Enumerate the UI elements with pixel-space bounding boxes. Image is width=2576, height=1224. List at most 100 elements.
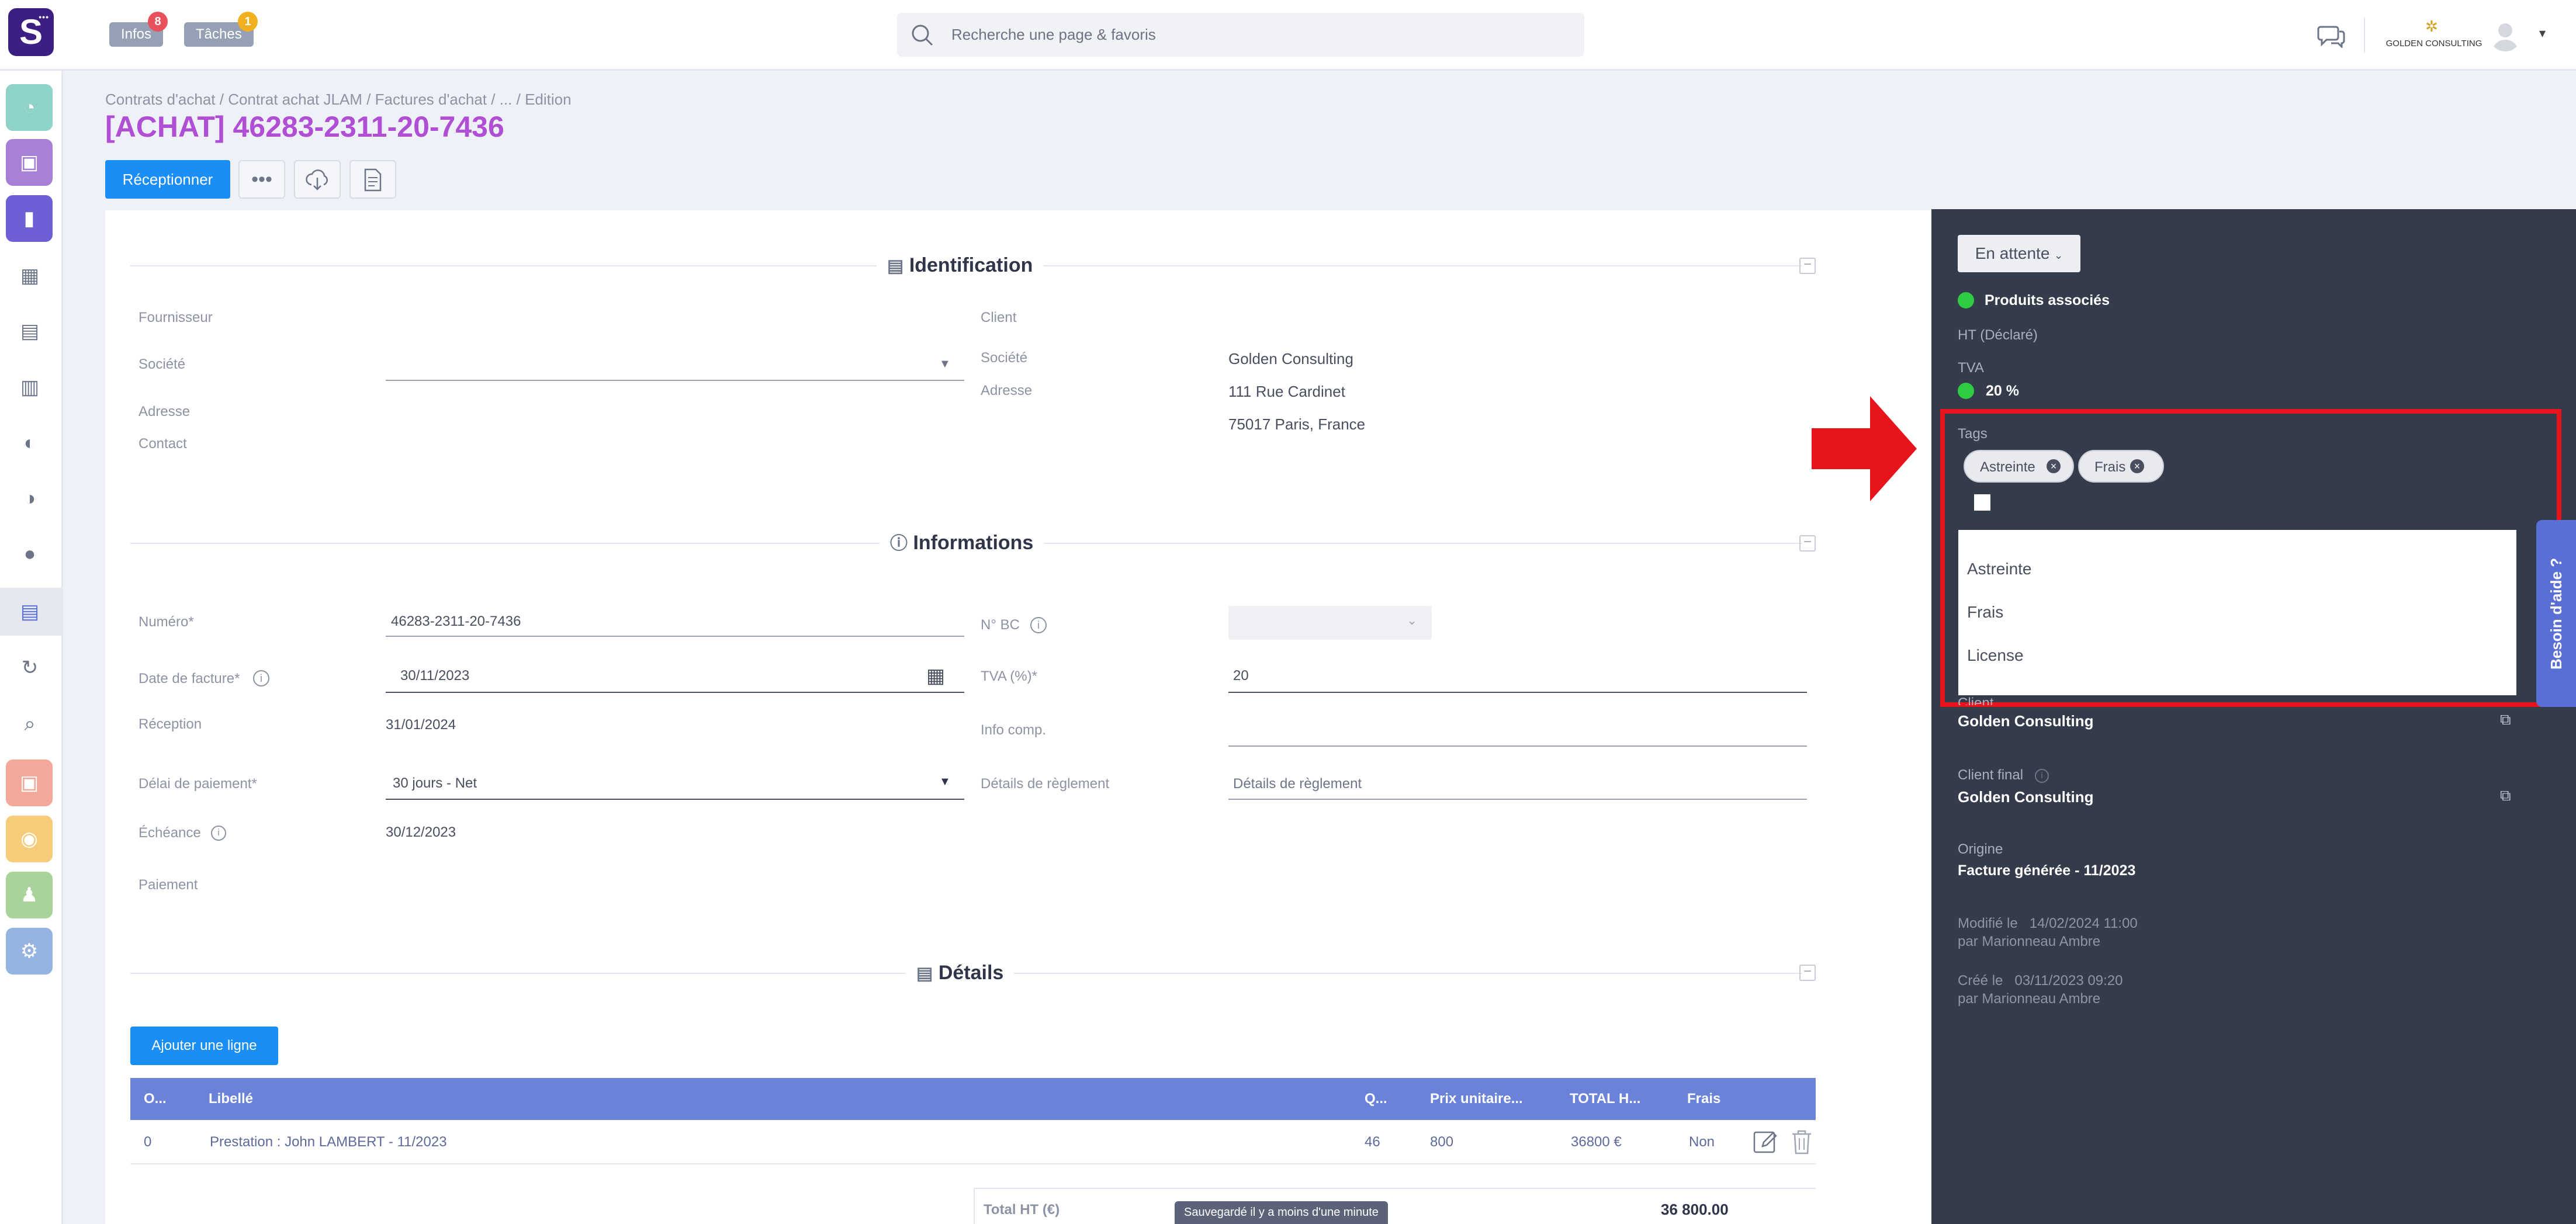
details-reglement-label: Détails de règlement [981, 776, 1110, 792]
row-total: 36800 € [1571, 1134, 1622, 1150]
sidebar-item-settings[interactable]: ⚙ [6, 928, 53, 975]
saved-toast: Sauvegardé il y a moins d'une minute [1175, 1201, 1388, 1224]
sidebar-item-coin[interactable]: ◉ [6, 816, 53, 862]
adresse-label: Adresse [139, 404, 191, 419]
client-adresse-line2: 75017 Paris, France [1228, 415, 1366, 433]
row-order: 0 [144, 1134, 152, 1150]
status-ok-icon [1958, 292, 1974, 308]
column-header[interactable]: TOTAL H... [1570, 1078, 1640, 1120]
company-name: GOLDEN CONSULTING [2385, 39, 2482, 48]
sidebar-item-history[interactable]: ◑ [9, 478, 50, 519]
page-title: [ACHAT] 46283-2311-20-7436 [105, 110, 504, 143]
info-icon[interactable]: i [1030, 617, 1047, 633]
tva-panel-label: TVA [1958, 360, 1984, 376]
client-societe-value: Golden Consulting [1228, 350, 1353, 367]
user-menu-caret[interactable]: ▾ [2539, 26, 2546, 41]
produits-associes: Produits associés [1985, 292, 2110, 308]
receptionner-button[interactable]: Réceptionner [105, 160, 230, 199]
status-dropdown[interactable]: En attente ⌄ [1958, 235, 2080, 272]
chevron-down-icon: ⌄ [1407, 613, 1418, 627]
reception-label: Réception [139, 716, 202, 732]
calendar-icon[interactable]: ▦ [926, 664, 945, 688]
sidebar-item-invoices[interactable]: ▤ [9, 591, 50, 632]
sidebar-item-users[interactable]: ● [9, 533, 50, 574]
collapse-identification-button[interactable]: − [1799, 258, 1816, 274]
delai-underline [386, 799, 964, 800]
infocomp-underline [1228, 746, 1807, 747]
breadcrumb-item[interactable]: Contrats d'achat [105, 91, 216, 108]
external-link-icon[interactable]: ⧉ [2500, 710, 2511, 729]
reception-value: 31/01/2024 [386, 717, 456, 733]
ht-declare-label: HT (Déclaré) [1958, 327, 2038, 343]
column-header[interactable]: Frais [1687, 1078, 1720, 1120]
tva-input[interactable]: 20 [1233, 665, 1249, 686]
contact-label: Contact [139, 436, 187, 452]
sidebar-item-briefcase[interactable]: ▣ [6, 139, 53, 186]
column-header[interactable]: Libellé [209, 1078, 253, 1120]
add-line-button[interactable]: Ajouter une ligne [130, 1027, 278, 1065]
sidebar-item-dashboard[interactable]: ◔ [6, 84, 53, 131]
sidebar-item-exchange[interactable]: ◐ [9, 422, 50, 463]
breadcrumb-item[interactable]: ... [500, 91, 513, 108]
details-reglement-input[interactable]: Détails de règlement [1233, 774, 1362, 794]
trash-icon[interactable] [1790, 1129, 1813, 1156]
search-placeholder: Recherche une page & favoris [951, 26, 1156, 43]
details-reglement-underline [1228, 799, 1807, 800]
column-header[interactable]: O... [144, 1078, 167, 1120]
column-header[interactable]: Prix unitaire... [1430, 1078, 1523, 1120]
client-final-value: Golden Consulting [1958, 788, 2094, 806]
tva-label: TVA (%)* [981, 668, 1037, 684]
chevron-down-icon: ⌄ [2054, 249, 2063, 261]
download-cloud-button[interactable] [294, 160, 341, 199]
societe-select[interactable] [386, 362, 964, 381]
info-icon[interactable]: i [253, 670, 269, 686]
sidebar-item-bag[interactable]: ▣ [6, 760, 53, 806]
infos-count-badge: 8 [148, 12, 168, 32]
external-link-icon[interactable]: ⧉ [2500, 786, 2511, 805]
info-icon[interactable]: i [2035, 769, 2049, 783]
column-header[interactable]: Q... [1365, 1078, 1387, 1120]
fournisseur-label: Fournisseur [139, 310, 213, 325]
avatar-icon[interactable] [2490, 20, 2521, 51]
created-date: Créé le 03/11/2023 09:20 [1958, 973, 2123, 989]
section-title-identification: ▤ Identification [877, 252, 1044, 280]
row-frais: Non [1689, 1134, 1715, 1150]
arrow-pointer-icon [1812, 396, 1917, 501]
delai-select[interactable]: 30 jours - Net [393, 773, 477, 794]
breadcrumb: Contrats d'achat / Contrat achat JLAM / … [105, 91, 572, 108]
sidebar-item-search[interactable]: ⌕ [9, 703, 50, 744]
more-actions-button[interactable]: ••• [238, 160, 285, 199]
chat-icon[interactable] [2317, 23, 2346, 48]
sidebar-item-refresh[interactable]: ↻ [9, 647, 50, 688]
societe-label: Société [139, 356, 186, 372]
breadcrumb-item[interactable]: Factures d'achat [375, 91, 487, 108]
row-qty: 46 [1365, 1134, 1380, 1150]
nbc-select[interactable] [1228, 606, 1432, 640]
breadcrumb-item[interactable]: Contrat achat JLAM [228, 91, 362, 108]
date-underline [386, 692, 964, 693]
collapse-details-button[interactable]: − [1799, 965, 1816, 981]
modified-by: par Marionneau Ambre [1958, 934, 2101, 949]
edit-icon[interactable] [1752, 1129, 1779, 1156]
section-title-details: ▤ Détails [906, 959, 1015, 987]
echeance-value: 30/12/2023 [386, 824, 456, 840]
numero-input[interactable]: 46283-2311-20-7436 [391, 611, 521, 632]
origine-value[interactable]: Facture générée - 11/2023 [1958, 860, 2135, 881]
taches-count-badge: 1 [238, 12, 258, 32]
date-facture-input[interactable]: 30/11/2023 [400, 665, 469, 686]
sidebar-item-reports[interactable]: ▥ [9, 367, 50, 408]
total-ht-label: Total HT (€) [984, 1202, 1060, 1218]
info-icon[interactable]: i [211, 826, 226, 841]
highlight-box [1940, 409, 2561, 707]
sidebar-item-team[interactable]: ♟ [6, 872, 53, 918]
topbar-divider [2364, 18, 2365, 53]
total-ht-value: 36 800.00 [1661, 1201, 1729, 1218]
sidebar-item-documents[interactable]: ▤ [9, 311, 50, 352]
paiement-label: Paiement [139, 877, 198, 893]
sidebar-item-calendar[interactable]: ▦ [9, 255, 50, 296]
infocomp-input[interactable] [1228, 719, 1807, 745]
sidebar-item-stats[interactable]: ▮ [6, 195, 53, 242]
app-logo[interactable]: S ••• [8, 8, 54, 56]
document-button[interactable] [349, 160, 396, 199]
collapse-informations-button[interactable]: − [1799, 535, 1816, 552]
